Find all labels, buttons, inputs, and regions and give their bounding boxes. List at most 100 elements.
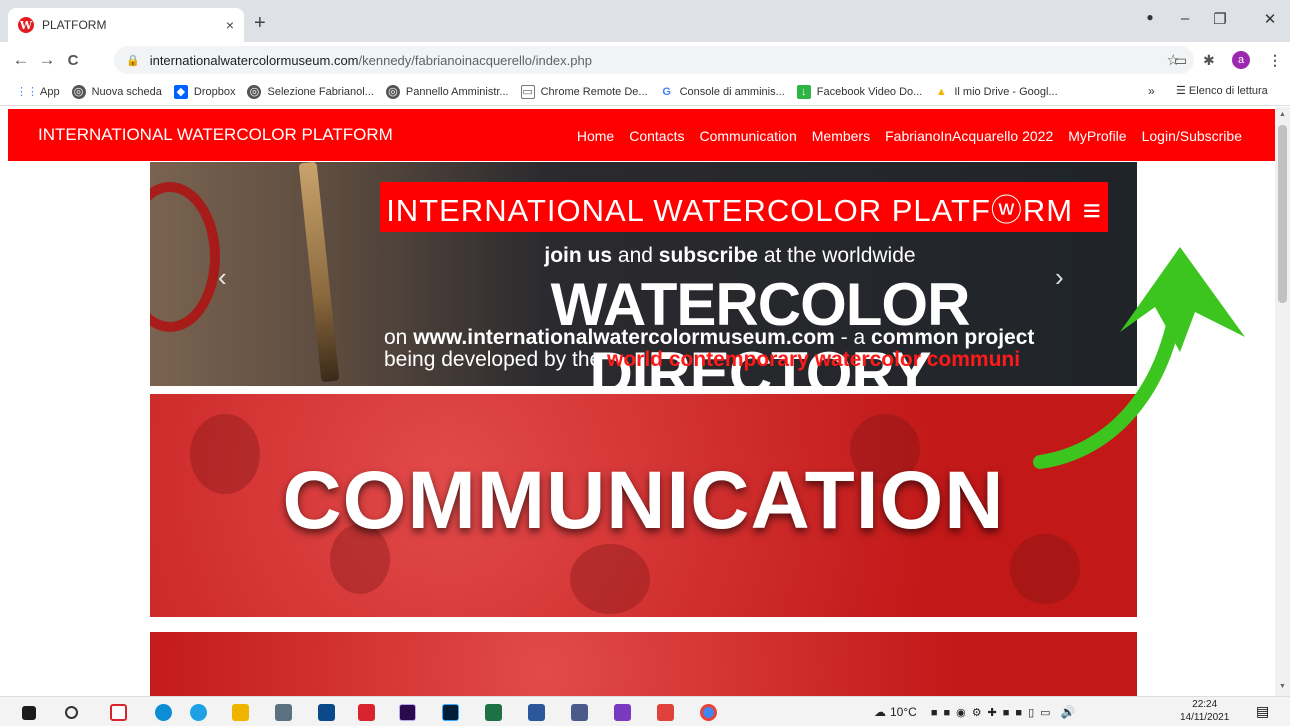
download-icon: ↓ [796,84,811,99]
file-explorer-icon[interactable] [232,704,249,721]
nav-contacts[interactable]: Contacts [629,128,684,144]
extensions-icon[interactable]: ✱ [1203,52,1215,69]
bookmark-label: Pannello Amministr... [405,85,509,98]
bookmark-selezione[interactable]: ◎ Selezione Fabrianol... [247,84,374,99]
browser-toolbar: ← → C 🔒 internationalwatercolormuseum.co… [0,42,1290,78]
forward-button[interactable]: → [34,50,60,70]
bookmark-pannello[interactable]: ◎ Pannello Amministr... [385,84,509,99]
excel-icon[interactable] [485,704,502,721]
minimize-button[interactable]: – [1175,10,1195,27]
bookmark-label: Nuova scheda [91,85,162,98]
scroll-up-icon[interactable]: ▲ [1279,111,1286,118]
menu-kebab-icon[interactable]: ⋮ [1268,52,1282,69]
system-tray: ☁ 10°C ■■◉⚙✚■■▯▭ 🔊 [874,705,1075,719]
nav-home[interactable]: Home [577,128,614,144]
scroll-thumb[interactable] [1278,125,1287,303]
remote-desktop-icon: ▭ [520,84,535,99]
back-button[interactable]: ← [8,50,34,70]
bookmark-label: Facebook Video Do... [816,85,923,98]
photoshop-icon[interactable] [442,704,459,721]
bookmark-nuova-scheda[interactable]: ◎ Nuova scheda [71,84,162,99]
acrobat-icon[interactable] [358,704,375,721]
dropbox-icon: ◆ [173,84,188,99]
apps-grid-icon: ⋮⋮ [16,86,38,98]
media-control-icon[interactable]: ● [1140,10,1160,24]
carousel-prev-button[interactable]: ‹ [218,262,227,293]
bookmark-label: Il mio Drive - Googl... [954,85,1058,98]
bookmark-console[interactable]: G Console di amminis... [660,85,785,99]
green-arrow-annotation [1033,247,1245,469]
bookmarks-more-button[interactable]: » [1148,84,1155,98]
acrobat-reader-icon[interactable] [110,704,127,721]
tab-close-button[interactable]: × [226,17,234,33]
windows-taskbar: ☁ 10°C ■■◉⚙✚■■▯▭ 🔊 22:24 14/11/2021 ▤ [0,696,1290,726]
reading-list-button[interactable]: ☰ Elenco di lettura [1176,84,1268,97]
clock[interactable]: 22:24 14/11/2021 [1180,698,1229,724]
site-menu: Home Contacts Communication Members Fabr… [562,128,1242,144]
bookmark-app[interactable]: ⋮⋮ App [16,85,60,99]
bookmark-facebook-video[interactable]: ↓ Facebook Video Do... [796,84,923,99]
edge-icon[interactable] [155,704,172,721]
mail-icon[interactable] [318,704,335,721]
hero-line1-mid: and [612,244,659,267]
cast-icon[interactable]: ▭ [1174,52,1187,69]
chrome-icon[interactable] [700,704,717,721]
weather-temp[interactable]: 10°C [890,705,917,719]
scroll-down-icon[interactable]: ▼ [1279,683,1286,690]
site-navbar: INTERNATIONAL WATERCOLOR PLATFORM Home C… [8,109,1275,161]
internet-explorer-icon[interactable] [190,704,207,721]
hero-line4: being developed by the world contemporar… [384,348,1020,372]
hero-line3-bold2: common project [871,326,1035,349]
hero-line3-mid: - a [834,326,872,349]
hero-line4-red: world contemporary watercolor communi [607,348,1021,371]
restore-button[interactable]: ❐ [1210,10,1230,28]
page-scrollbar[interactable]: ▲ ▼ [1275,107,1290,696]
windows-start-icon[interactable] [22,706,36,720]
hero-line3-pre: on [384,326,414,349]
second-banner[interactable] [150,632,1137,696]
nav-communication[interactable]: Communication [699,128,796,144]
url-path: /kennedy/fabrianoinacquerello/index.php [358,52,592,68]
bookmark-chrome-remote[interactable]: ▭ Chrome Remote De... [520,84,648,99]
hero-line1-bold1: join us [544,244,613,267]
close-window-button[interactable]: ✕ [1260,10,1280,28]
url-domain: internationalwatercolormuseum.com [149,52,359,68]
hero-line1-bold2: subscribe [658,244,758,267]
anydesk-icon[interactable] [657,704,674,721]
search-icon[interactable] [65,706,78,719]
new-tab-button[interactable]: + [254,12,266,35]
volume-icon[interactable]: 🔊 [1061,705,1076,719]
bookmark-dropbox[interactable]: ◆ Dropbox [173,84,235,99]
browser-tab[interactable]: W PLATFORM × [8,8,244,42]
site-brand[interactable]: INTERNATIONAL WATERCOLOR PLATFORM [38,125,393,145]
profile-avatar[interactable]: a [1232,51,1250,69]
paintbrush-image [298,162,340,383]
nav-myprofile[interactable]: MyProfile [1068,128,1126,144]
communication-banner[interactable]: COMMUNICATION [150,394,1137,617]
notification-icon[interactable]: ▤ [1256,703,1269,720]
globe-icon: ◎ [247,84,262,99]
nav-fabriano[interactable]: FabrianoInAcquarello 2022 [885,128,1053,144]
globe-icon: ◎ [385,84,400,99]
drive-icon: ▲ [935,85,947,98]
communication-title: COMMUNICATION [282,455,1005,546]
weather-icon[interactable]: ☁ [874,705,886,719]
bookmark-label: Console di amminis... [679,85,785,98]
app-icon[interactable] [571,704,588,721]
hero-line1: join us and subscribe at the worldwide [430,244,1030,268]
hero-line1-end: at the worldwide [758,244,916,267]
nav-members[interactable]: Members [812,128,870,144]
app-icon[interactable] [614,704,631,721]
word-icon[interactable] [528,704,545,721]
premiere-icon[interactable] [399,704,416,721]
address-bar[interactable]: 🔒 internationalwatercolormuseum.com/kenn… [114,46,1194,74]
bookmarks-bar: ⋮⋮ App ◎ Nuova scheda ◆ Dropbox ◎ Selezione … [0,78,1290,106]
tray-icons[interactable]: ■■◉⚙✚■■▯▭ [931,706,1057,719]
hero-line3-bold: www.internationalwatercolormuseum.com [413,326,835,349]
bookmark-drive[interactable]: ▲ Il mio Drive - Googl... [934,85,1058,99]
nav-login-subscribe[interactable]: Login/Subscribe [1142,128,1242,144]
reload-button[interactable]: C [60,52,86,69]
site-favicon-icon: W [18,17,34,33]
camera-icon[interactable] [275,704,292,721]
google-icon: G [662,85,671,98]
